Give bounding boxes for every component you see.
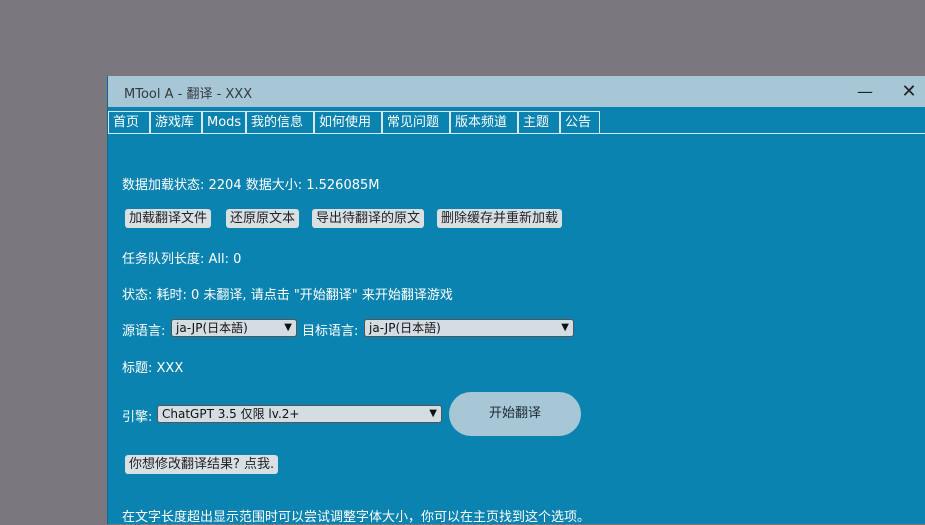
modify-translation-button[interactable]: 你想修改翻译结果? 点我. <box>125 455 279 474</box>
game-title: 标题: XXX <box>122 361 184 376</box>
font-size-hint: 在文字长度超出显示范围时可以尝试调整字体大小，你可以在主页找到这个选项。 <box>122 510 591 525</box>
chevron-down-icon: ▼ <box>284 322 292 333</box>
tab-bar: 首页 游戏库 Mods 我的信息 如何使用 常见问题 版本频道 主题 公告 <box>108 111 925 134</box>
tab-home[interactable]: 首页 <box>108 111 150 133</box>
tab-mods[interactable]: Mods <box>202 111 246 133</box>
start-translation-button[interactable]: 开始翻译 <box>449 392 581 436</box>
target-language-label: 目标语言: <box>302 324 359 339</box>
app-window: MTool A - 翻译 - XXX — ✕ 首页 游戏库 Mods 我的信息 … <box>107 76 925 525</box>
tab-theme[interactable]: 主题 <box>518 111 560 133</box>
tab-game-library[interactable]: 游戏库 <box>150 111 202 133</box>
close-button[interactable]: ✕ <box>894 80 924 104</box>
title-bar[interactable]: MTool A - 翻译 - XXX — ✕ <box>108 76 925 107</box>
load-translation-button[interactable]: 加载翻译文件 <box>125 209 212 228</box>
target-language-select[interactable]: ja-JP(日本語) ▼ <box>364 319 574 337</box>
chevron-down-icon: ▼ <box>429 408 437 419</box>
engine-value: ChatGPT 3.5 仅限 lv.2+ <box>162 407 300 421</box>
minimize-button[interactable]: — <box>850 80 880 104</box>
tab-version-channel[interactable]: 版本频道 <box>450 111 518 133</box>
queue-length: 任务队列长度: All: 0 <box>122 252 242 267</box>
tab-my-info[interactable]: 我的信息 <box>246 111 314 133</box>
tab-faq[interactable]: 常见问题 <box>382 111 450 133</box>
chevron-down-icon: ▼ <box>561 322 569 333</box>
engine-select[interactable]: ChatGPT 3.5 仅限 lv.2+ ▼ <box>157 405 442 423</box>
restore-text-button[interactable]: 还原原文本 <box>226 209 300 228</box>
window-title: MTool A - 翻译 - XXX <box>124 87 253 102</box>
data-load-status: 数据加载状态: 2204 数据大小: 1.526085M <box>122 178 380 193</box>
export-original-button[interactable]: 导出待翻译的原文 <box>312 209 425 228</box>
engine-label: 引擎: <box>122 410 153 425</box>
tab-how-to-use[interactable]: 如何使用 <box>314 111 382 133</box>
source-language-value: ja-JP(日本語) <box>176 321 248 335</box>
tab-announcement[interactable]: 公告 <box>560 111 600 133</box>
source-language-label: 源语言: <box>122 324 166 339</box>
target-language-value: ja-JP(日本語) <box>369 321 441 335</box>
source-language-select[interactable]: ja-JP(日本語) ▼ <box>171 319 297 337</box>
clear-cache-reload-button[interactable]: 删除缓存并重新加载 <box>437 209 563 228</box>
translation-status: 状态: 耗时: 0 未翻译, 请点击 "开始翻译" 来开始翻译游戏 <box>122 288 453 303</box>
